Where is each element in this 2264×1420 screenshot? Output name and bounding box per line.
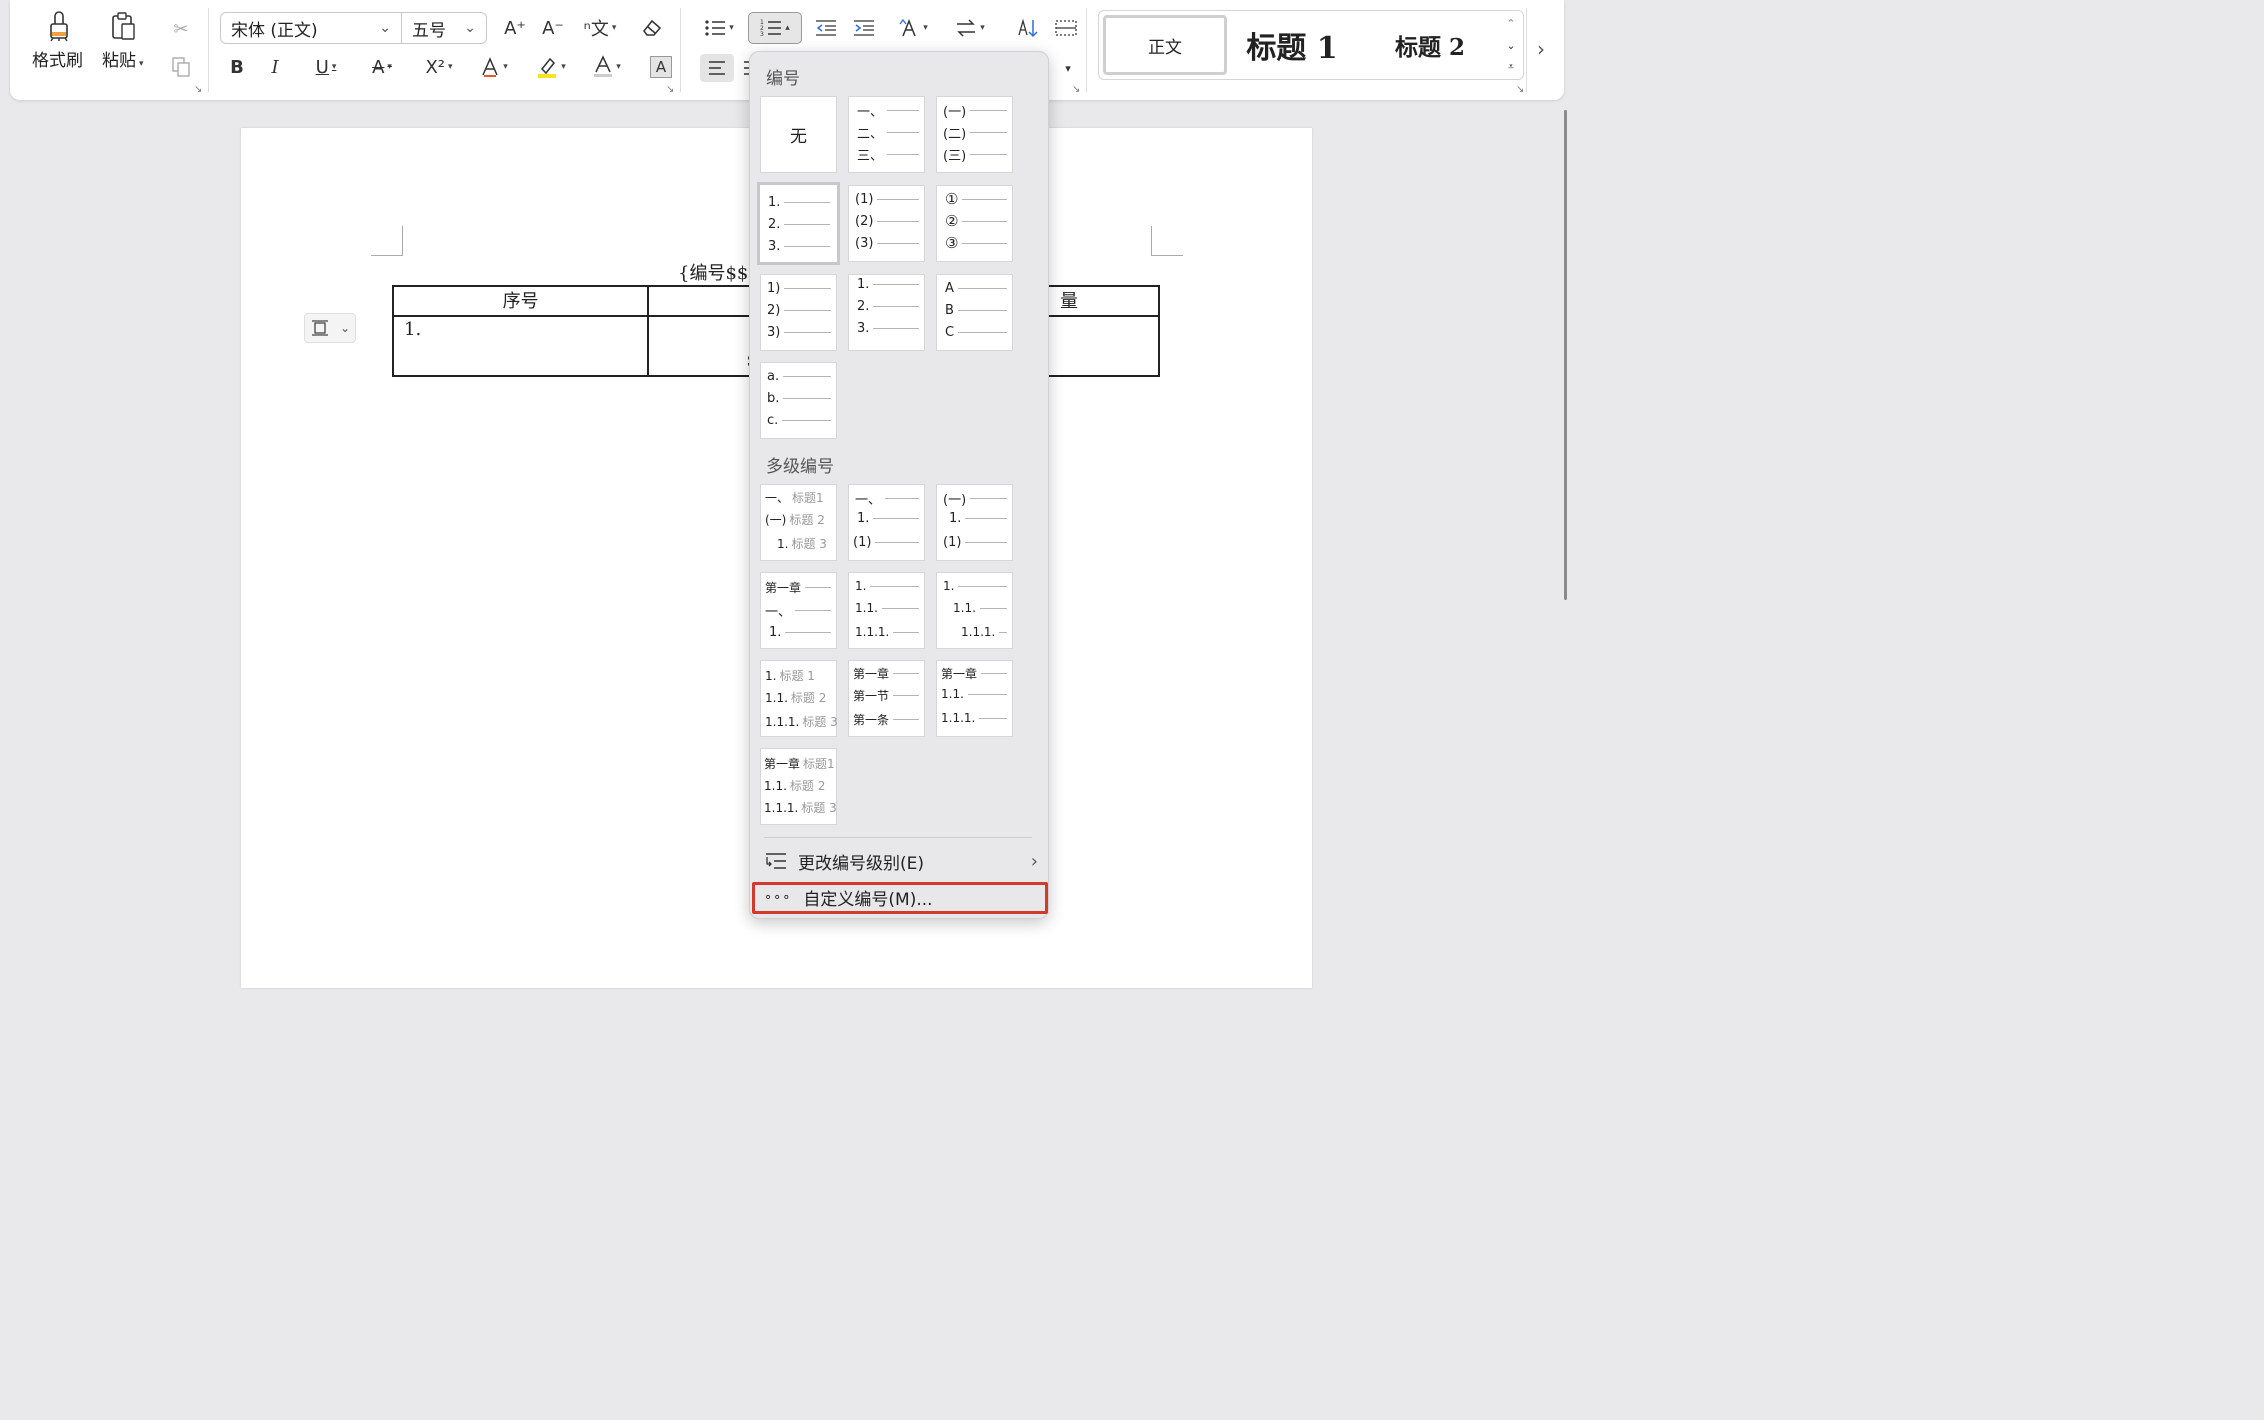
chevron-right-icon: › — [1030, 850, 1038, 872]
text-direction-icon[interactable]: ▾ — [890, 14, 936, 42]
numbering-option-paren-decimal[interactable]: (1) (2) (3) — [848, 185, 925, 262]
table-cell[interactable]: 1. — [391, 315, 650, 377]
format-painter-label: 格式刷 — [32, 51, 83, 71]
paste-label: 粘贴 — [102, 51, 136, 71]
table-header-cell[interactable]: 序号 — [391, 285, 650, 317]
chevron-down-icon: ⌄ — [464, 20, 476, 36]
increase-font-icon[interactable]: A⁺ — [500, 14, 530, 42]
multilevel-option-decimal-indented[interactable]: 1. 1.1. 1.1.1. — [936, 572, 1013, 649]
style-gallery: 正文 标题 1 标题 2 ⌃ ⌄ ⩡ — [1098, 10, 1524, 80]
numbering-option-decimal-paren[interactable]: 1) 2) 3) — [760, 274, 837, 351]
divider — [1086, 8, 1087, 92]
multilevel-option-chapter-heading[interactable]: 第一章 标题1 1.1. 标题 2 1.1.1. 标题 3 — [760, 748, 837, 825]
multilevel-option-chapter[interactable]: 第一章 一、 1. — [760, 572, 837, 649]
paragraph-launcher-icon[interactable]: ↘ — [1072, 84, 1080, 95]
numbered-list-icon: 123 — [760, 19, 782, 38]
multilevel-option-heading-decimal[interactable]: 1. 标题 1 1.1. 标题 2 1.1.1. 标题 3 — [760, 660, 838, 737]
section-label: 编号 — [766, 69, 800, 89]
style-heading-2-label: 标题 2 — [1394, 34, 1465, 61]
multilevel-option-chapter-decimal[interactable]: 第一章 1.1. 1.1.1. — [936, 660, 1013, 737]
font-launcher-icon[interactable]: ↘ — [666, 84, 674, 95]
style-heading-1-label: 标题 1 — [1246, 31, 1338, 66]
format-painter-button[interactable]: 格式刷 — [32, 10, 83, 71]
divider — [680, 8, 681, 92]
bold-icon[interactable]: B — [224, 54, 250, 80]
expand-gallery-icon[interactable]: ⩡ — [1503, 59, 1519, 75]
chevron-down-icon[interactable]: ▾ — [1060, 56, 1076, 80]
bullet-list-icon[interactable]: ▾ — [698, 14, 740, 42]
strikethrough-icon[interactable]: A ▾ — [360, 54, 404, 80]
chevron-down-icon[interactable]: ▾ — [139, 59, 144, 69]
table-layout-icon — [311, 320, 328, 336]
svg-text:3: 3 — [760, 31, 764, 38]
font-name-select[interactable]: 宋体 (正文) ⌄ — [220, 12, 402, 44]
font-name-value: 宋体 (正文) — [231, 20, 318, 41]
show-marks-icon[interactable] — [1052, 14, 1080, 42]
text-effect-icon[interactable]: ▾ — [472, 54, 516, 80]
clipboard-launcher-icon[interactable]: ↘ — [194, 84, 202, 95]
italic-icon[interactable]: I — [262, 54, 288, 80]
chevron-down-icon: ⌄ — [339, 321, 351, 335]
numbering-option-decimal-selected[interactable]: 1. 2. 3. — [757, 182, 840, 265]
chevron-down-icon: ⌄ — [379, 20, 391, 36]
chevron-right-icon[interactable]: › — [1528, 34, 1554, 64]
none-label: 无 — [790, 127, 807, 147]
chevron-down-icon[interactable]: ⌄ — [1503, 37, 1519, 53]
font-size-select[interactable]: 五号 ⌄ — [401, 12, 487, 44]
style-heading-2[interactable]: 标题 2 — [1375, 15, 1485, 75]
copy-icon[interactable] — [168, 54, 194, 80]
align-left-icon[interactable] — [700, 54, 734, 82]
multilevel-option-chinese-decimal[interactable]: 一、 1. (1) — [848, 484, 925, 561]
numbered-list-button[interactable]: 1 2 3 ▴ — [748, 12, 802, 44]
font-color-icon[interactable]: ▾ — [584, 54, 630, 80]
superscript-icon[interactable]: X² ▾ — [416, 54, 462, 80]
numbering-option-chinese[interactable]: 一、 二、 三、 — [848, 96, 925, 173]
divider — [1526, 8, 1527, 92]
table-handle-button[interactable]: ⌄ — [304, 313, 356, 343]
cut-icon[interactable]: ✂ — [168, 16, 194, 42]
clear-format-icon[interactable] — [638, 14, 666, 42]
highlighter-icon[interactable]: ▾ — [528, 54, 574, 80]
divider — [208, 8, 209, 92]
numbering-option-circled[interactable]: ① ② ③ — [936, 185, 1013, 262]
underline-icon[interactable]: U ▾ — [304, 54, 348, 80]
char-border-icon[interactable]: A — [650, 56, 672, 78]
styles-launcher-icon[interactable]: ↘ — [1516, 84, 1524, 95]
crop-mark — [1151, 226, 1183, 256]
numbering-dropdown: 编号 无 一、 二、 三、 (一) (二) (三) 1. 2. 3. (1) (… — [749, 51, 1049, 919]
multilevel-option-chinese-paren-decimal[interactable]: (一) 1. (1) — [936, 484, 1013, 561]
highlight-box — [752, 882, 1048, 914]
paste-button[interactable]: 粘贴 ▾ — [102, 10, 144, 71]
chevron-up-icon: ▴ — [785, 23, 790, 33]
multilevel-option-heading-chinese[interactable]: 一、 标题1 (一) 标题 2 1. 标题 3 — [760, 484, 837, 561]
section-label: 多级编号 — [766, 457, 834, 477]
multilevel-option-decimal-flat[interactable]: 1. 1.1. 1.1.1. — [848, 572, 925, 649]
increase-indent-icon[interactable] — [850, 14, 878, 42]
change-level-menu-item[interactable]: 更改编号级别(E) › — [758, 846, 1042, 876]
style-normal[interactable]: 正文 — [1103, 15, 1227, 75]
crop-mark — [371, 226, 403, 256]
style-heading-1[interactable]: 标题 1 — [1237, 15, 1347, 75]
format-painter-icon — [49, 11, 68, 42]
doc-title-text[interactable]: {编号$$2 — [678, 259, 760, 285]
change-level-icon — [766, 853, 786, 869]
numbering-none-option[interactable]: 无 — [760, 96, 837, 173]
phonetic-guide-icon[interactable]: ⁿ文 ▾ — [578, 14, 622, 42]
numbering-option-upper-alpha[interactable]: A B C — [936, 274, 1013, 351]
font-size-value: 五号 — [412, 20, 446, 41]
numbering-option-chinese-paren[interactable]: (一) (二) (三) — [936, 96, 1013, 173]
change-level-label: 更改编号级别(E) — [798, 853, 925, 874]
numbering-option-lower-alpha[interactable]: a. b. c. — [760, 362, 837, 439]
numbering-option-decimal-alt[interactable]: 1. 2. 3. — [848, 274, 925, 351]
style-normal-label: 正文 — [1148, 37, 1182, 58]
multilevel-option-chapter-section-article[interactable]: 第一章 第一节 第一条 — [848, 660, 925, 737]
decrease-font-icon[interactable]: A⁻ — [538, 14, 568, 42]
menu-divider — [764, 837, 1032, 838]
decrease-indent-icon[interactable] — [812, 14, 840, 42]
chevron-up-icon[interactable]: ⌃ — [1503, 15, 1519, 31]
paste-icon — [111, 12, 135, 40]
scrollbar[interactable] — [1564, 110, 1567, 600]
sort-direction-icon[interactable]: ▾ — [948, 14, 992, 42]
sort-icon[interactable] — [1014, 14, 1042, 42]
